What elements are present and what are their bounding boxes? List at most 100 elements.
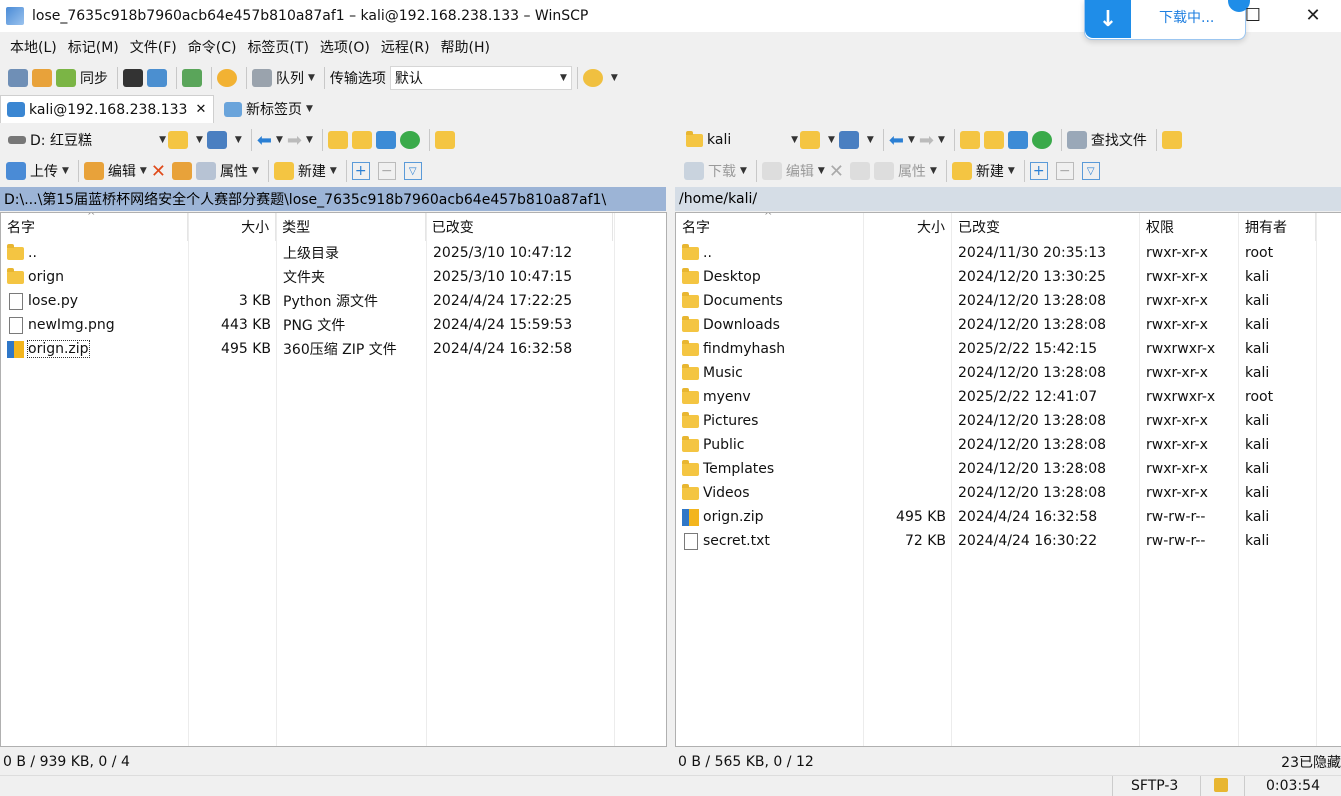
select-filter-icon[interactable]: ▽ xyxy=(403,162,422,180)
table-row[interactable]: findmyhash 2025/2/22 15:42:15 rwxrwxr-x kal… xyxy=(676,337,1341,361)
table-row[interactable]: Music 2024/12/20 13:28:08 rwxr-xr-x kali xyxy=(676,361,1341,385)
sync-button[interactable]: 同步 xyxy=(56,66,108,90)
table-row[interactable]: .. 上级目录 2025/3/10 10:47:12 xyxy=(1,241,666,265)
col-name[interactable]: 名字 ^ xyxy=(676,213,864,241)
menu-command[interactable]: 命令(C) xyxy=(188,37,237,57)
table-row[interactable]: lose.py 3 KB Python 源文件 2024/4/24 17:22:25 xyxy=(1,289,666,313)
queue-button[interactable]: 队列 ▼ xyxy=(252,66,315,90)
col-changed[interactable]: 已改变 xyxy=(952,213,1140,241)
right-drive-select[interactable]: kali ▼ xyxy=(684,128,800,152)
filter-button[interactable]: ▼ xyxy=(838,128,874,152)
left-edit-button[interactable]: 编辑 ▼ xyxy=(83,159,147,183)
table-row[interactable]: Documents 2024/12/20 13:28:08 rwxr-xr-x kal… xyxy=(676,289,1341,313)
left-file-list[interactable]: 名字 ^ 大小 类型 已改变 .. 上级目录 2025/3/10 10:47:12 or… xyxy=(0,212,667,747)
parent-dir-icon[interactable] xyxy=(959,131,980,149)
table-row[interactable]: .. 2024/11/30 20:35:13 rwxr-xr-x root xyxy=(676,241,1341,265)
root-dir-icon[interactable] xyxy=(983,131,1004,149)
download-popup[interactable]: ↓ 下载中... xyxy=(1084,0,1246,40)
table-row[interactable]: Pictures 2024/12/20 13:28:08 rwxr-xr-x kali xyxy=(676,409,1341,433)
rename-icon[interactable] xyxy=(849,162,870,180)
refresh-session-icon[interactable] xyxy=(182,69,202,87)
maximize-button[interactable]: ☐ xyxy=(1230,0,1276,30)
open-folder-button[interactable]: ▼ xyxy=(800,128,835,152)
select-plus-icon[interactable]: + xyxy=(351,162,370,180)
table-row[interactable]: Desktop 2024/12/20 13:30:25 rwxr-xr-x kali xyxy=(676,265,1341,289)
table-row[interactable]: secret.txt 72 KB 2024/4/24 16:30:22 rw-rw-r… xyxy=(676,529,1341,553)
download-button[interactable]: 下载 ▼ xyxy=(684,159,747,183)
col-filler xyxy=(613,213,666,241)
select-plus-icon[interactable]: + xyxy=(1029,162,1048,180)
transfer-preset-select[interactable]: 默认 ▼ xyxy=(389,66,572,90)
select-filter-icon[interactable]: ▽ xyxy=(1081,162,1100,180)
putty-icon[interactable] xyxy=(147,69,167,87)
table-row[interactable]: Videos 2024/12/20 13:28:08 rwxr-xr-x kali xyxy=(676,481,1341,505)
col-size[interactable]: 大小 xyxy=(864,213,952,241)
right-new-button[interactable]: 新建 ▼ xyxy=(951,159,1015,183)
tree-icon[interactable] xyxy=(434,131,455,149)
table-row[interactable]: myenv 2025/2/22 12:41:07 rwxrwxr-x root xyxy=(676,385,1341,409)
rename-icon[interactable] xyxy=(171,162,192,180)
right-file-list[interactable]: 名字 ^ 大小 已改变 权限 拥有者 .. 2024/11/30 20:35:13 r… xyxy=(675,212,1341,747)
back-button[interactable]: ⬅ ▼ xyxy=(257,128,283,152)
back-button[interactable]: ⬅ ▼ xyxy=(889,128,915,152)
file-permissions: rwxr-xr-x xyxy=(1146,485,1208,501)
col-owner[interactable]: 拥有者 xyxy=(1239,213,1316,241)
menu-tabs[interactable]: 标签页(T) xyxy=(247,37,308,57)
forward-button[interactable]: ➡ ▼ xyxy=(287,128,313,152)
menu-file[interactable]: 文件(F) xyxy=(130,37,177,57)
col-type[interactable]: 类型 xyxy=(276,213,426,241)
open-folder-button[interactable]: ▼ xyxy=(168,128,203,152)
delete-icon[interactable]: ✕ xyxy=(829,161,844,182)
synchronize-browse-icon[interactable] xyxy=(32,69,52,87)
upload-button[interactable]: 上传 ▼ xyxy=(6,159,69,183)
tab-session[interactable]: kali@192.168.238.133 ✕ xyxy=(0,95,214,123)
root-dir-icon[interactable] xyxy=(351,131,372,149)
select-minus-icon[interactable]: − xyxy=(1055,162,1074,180)
col-changed[interactable]: 已改变 xyxy=(426,213,614,241)
table-row[interactable]: newImg.png 443 KB PNG 文件 2024/4/24 15:59:53 xyxy=(1,313,666,337)
col-size[interactable]: 大小 xyxy=(188,213,277,241)
select-minus-icon[interactable]: − xyxy=(377,162,396,180)
parent-dir-icon[interactable] xyxy=(327,131,348,149)
find-files-button[interactable]: 查找文件 xyxy=(1066,128,1147,152)
menu-mark[interactable]: 标记(M) xyxy=(68,37,119,57)
table-row[interactable]: Templates 2024/12/20 13:28:08 rwxr-xr-x kal… xyxy=(676,457,1341,481)
menu-help[interactable]: 帮助(H) xyxy=(441,37,490,57)
col-name[interactable]: 名字 ^ xyxy=(1,213,189,241)
close-tab-icon[interactable]: ✕ xyxy=(195,102,206,117)
menu-local[interactable]: 本地(L) xyxy=(10,37,57,57)
home-icon[interactable] xyxy=(1007,131,1028,149)
menu-options[interactable]: 选项(O) xyxy=(320,37,370,57)
hidden-count-text[interactable]: 23已隐藏 xyxy=(1281,752,1341,772)
transfer-settings-button[interactable]: ▼ xyxy=(582,66,618,90)
compare-icon[interactable] xyxy=(8,69,28,87)
menu-remote[interactable]: 远程(R) xyxy=(381,37,430,57)
left-new-button[interactable]: 新建 ▼ xyxy=(273,159,337,183)
refresh-icon[interactable] xyxy=(1031,131,1052,149)
separator xyxy=(211,67,212,89)
col-permissions[interactable]: 权限 xyxy=(1140,213,1239,241)
table-row[interactable]: orign.zip 495 KB 2024/4/24 16:32:58 rw-rw-r… xyxy=(676,505,1341,529)
delete-icon[interactable]: ✕ xyxy=(151,161,166,182)
table-row[interactable]: Public 2024/12/20 13:28:08 rwxr-xr-x kali xyxy=(676,433,1341,457)
table-row[interactable]: orign.zip 495 KB 360压缩 ZIP 文件 2024/4/24 16:… xyxy=(1,337,666,361)
left-drive-select[interactable]: D: 红豆糕 ▼ xyxy=(6,128,168,152)
close-button[interactable]: ✕ xyxy=(1290,0,1336,30)
filter-button[interactable]: ▼ xyxy=(206,128,242,152)
tree-icon[interactable] xyxy=(1161,131,1182,149)
forward-button[interactable]: ➡ ▼ xyxy=(919,128,945,152)
terminal-icon[interactable] xyxy=(123,69,143,87)
file-size xyxy=(864,289,952,313)
left-properties-button[interactable]: 属性 ▼ xyxy=(195,159,259,183)
refresh-icon[interactable] xyxy=(399,131,420,149)
right-path-bar[interactable]: /home/kali/ xyxy=(675,187,1341,211)
right-properties-button[interactable]: 属性 ▼ xyxy=(873,159,937,183)
home-icon[interactable] xyxy=(375,131,396,149)
right-edit-button[interactable]: 编辑 ▼ xyxy=(761,159,825,183)
gear-icon[interactable] xyxy=(217,69,237,87)
tab-new[interactable]: 新标签页 ▼ xyxy=(218,95,336,123)
left-path-bar[interactable]: D:\...\第15届蓝桥杯网络安全个人赛部分赛题\lose_7635c918b… xyxy=(0,187,666,211)
table-row[interactable]: Downloads 2024/12/20 13:28:08 rwxr-xr-x kal… xyxy=(676,313,1341,337)
file-permissions: rwxr-xr-x xyxy=(1146,437,1208,453)
table-row[interactable]: orign 文件夹 2025/3/10 10:47:15 xyxy=(1,265,666,289)
